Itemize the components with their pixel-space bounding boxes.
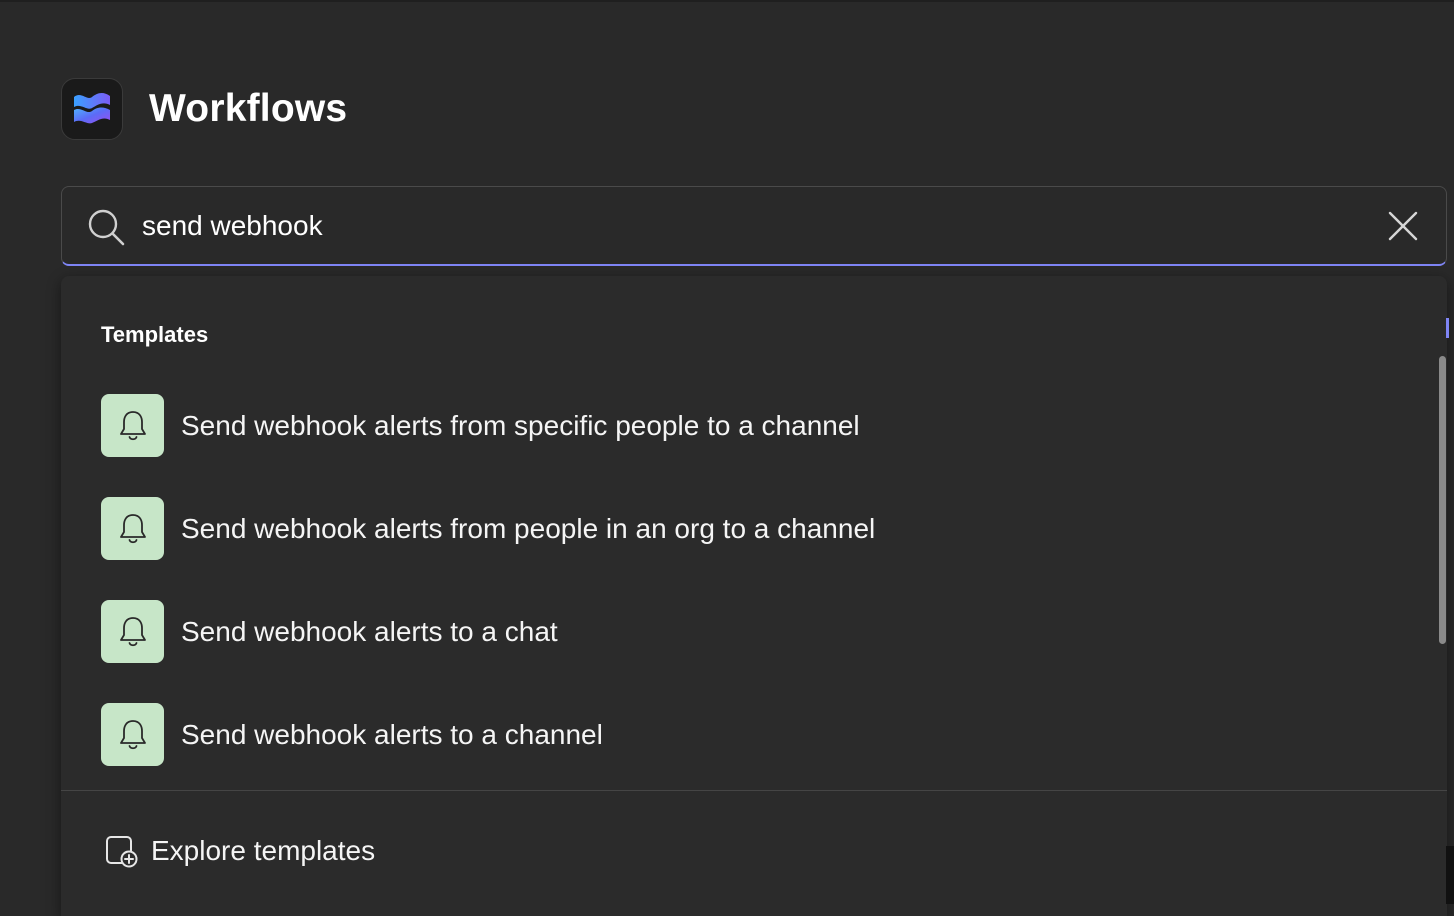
- bell-icon: [101, 497, 164, 560]
- bell-icon: [101, 394, 164, 457]
- template-label: Send webhook alerts to a chat: [181, 615, 558, 647]
- explore-templates-link[interactable]: Explore templates: [105, 834, 375, 868]
- background-accent-bar: [1446, 318, 1449, 338]
- template-label: Send webhook alerts from people in an or…: [181, 512, 876, 544]
- window-top-edge: [0, 0, 1454, 2]
- search-box[interactable]: [61, 186, 1447, 266]
- search-icon: [88, 209, 125, 246]
- workflows-logo-icon: [61, 78, 123, 140]
- template-item[interactable]: Send webhook alerts to a channel: [101, 703, 1401, 766]
- close-icon[interactable]: [1386, 209, 1420, 243]
- dropdown-scrollbar[interactable]: [1439, 356, 1446, 644]
- bell-icon: [101, 600, 164, 663]
- explore-templates-icon: [106, 836, 138, 868]
- template-label: Send webhook alerts to a channel: [181, 718, 603, 750]
- app-title: Workflows: [149, 87, 348, 130]
- search-input[interactable]: [142, 201, 1342, 251]
- section-title-templates: Templates: [101, 322, 209, 347]
- template-item[interactable]: Send webhook alerts from specific people…: [101, 394, 1401, 457]
- dropdown-divider: [61, 790, 1447, 791]
- search-results-dropdown: Templates Send webhook alerts from speci…: [61, 276, 1447, 916]
- app-header: Workflows: [61, 78, 347, 140]
- explore-templates-label: Explore templates: [151, 835, 376, 866]
- template-item[interactable]: Send webhook alerts from people in an or…: [101, 497, 1401, 560]
- template-item[interactable]: Send webhook alerts to a chat: [101, 600, 1401, 663]
- background-corner: [1446, 846, 1454, 904]
- bell-icon: [101, 703, 164, 766]
- template-list: Send webhook alerts from specific people…: [101, 394, 1401, 806]
- template-label: Send webhook alerts from specific people…: [181, 409, 860, 441]
